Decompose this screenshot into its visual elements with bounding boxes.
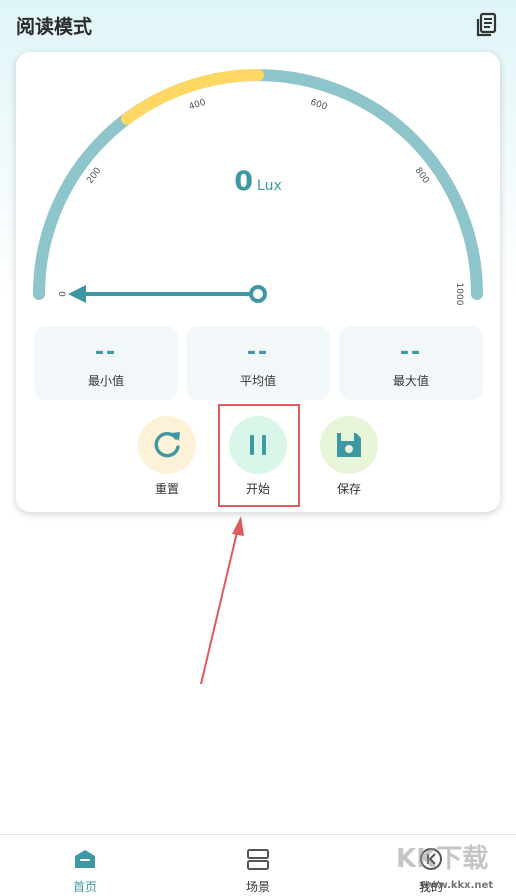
tab-scenes[interactable]: 场景 [208,843,308,895]
watermark-text: KK下载 [396,844,489,874]
gauge-needle [68,285,267,303]
tick-label-0: 0 [56,291,66,297]
stat-avg-value: -- [246,340,270,365]
tab-home-label: 首页 [72,880,97,894]
stat-min: -- 最小值 [34,326,178,400]
gauge-highlight [121,69,264,125]
page-title: 阅读模式 [16,16,93,38]
save-icon [320,416,378,474]
lux-reading: 0 Lux [16,166,500,197]
reset-button[interactable]: 重置 [132,414,202,504]
tab-home[interactable]: 首页 [35,843,135,895]
stat-min-value: -- [94,340,118,365]
reset-label: 重置 [154,482,179,496]
tick-label-400: 400 [188,98,208,113]
tab-scenes-label: 场景 [245,880,270,894]
stat-avg: -- 平均值 [186,326,330,400]
stat-max-label: 最大值 [392,374,429,388]
lux-unit: Lux [257,178,282,194]
watermark-url: www.kkx.net [420,880,494,891]
home-icon [73,847,97,871]
annotation-highlight-box [218,404,300,507]
tick-label-600: 600 [309,98,329,113]
stat-max-value: -- [399,340,423,365]
stat-min-label: 最小值 [87,374,124,388]
stat-max: -- 最大值 [339,326,483,400]
refresh-icon [138,416,196,474]
scenes-icon [246,847,270,871]
tick-label-1000: 1000 [454,283,464,306]
save-label: 保存 [336,482,361,496]
stat-avg-label: 平均值 [239,374,276,388]
lux-value: 0 [234,166,254,197]
app-header: 阅读模式 [0,0,516,52]
watermark: KK下载 www.kkx.net [396,838,516,895]
document-list-icon[interactable] [472,10,502,40]
save-button[interactable]: 保存 [314,414,384,504]
